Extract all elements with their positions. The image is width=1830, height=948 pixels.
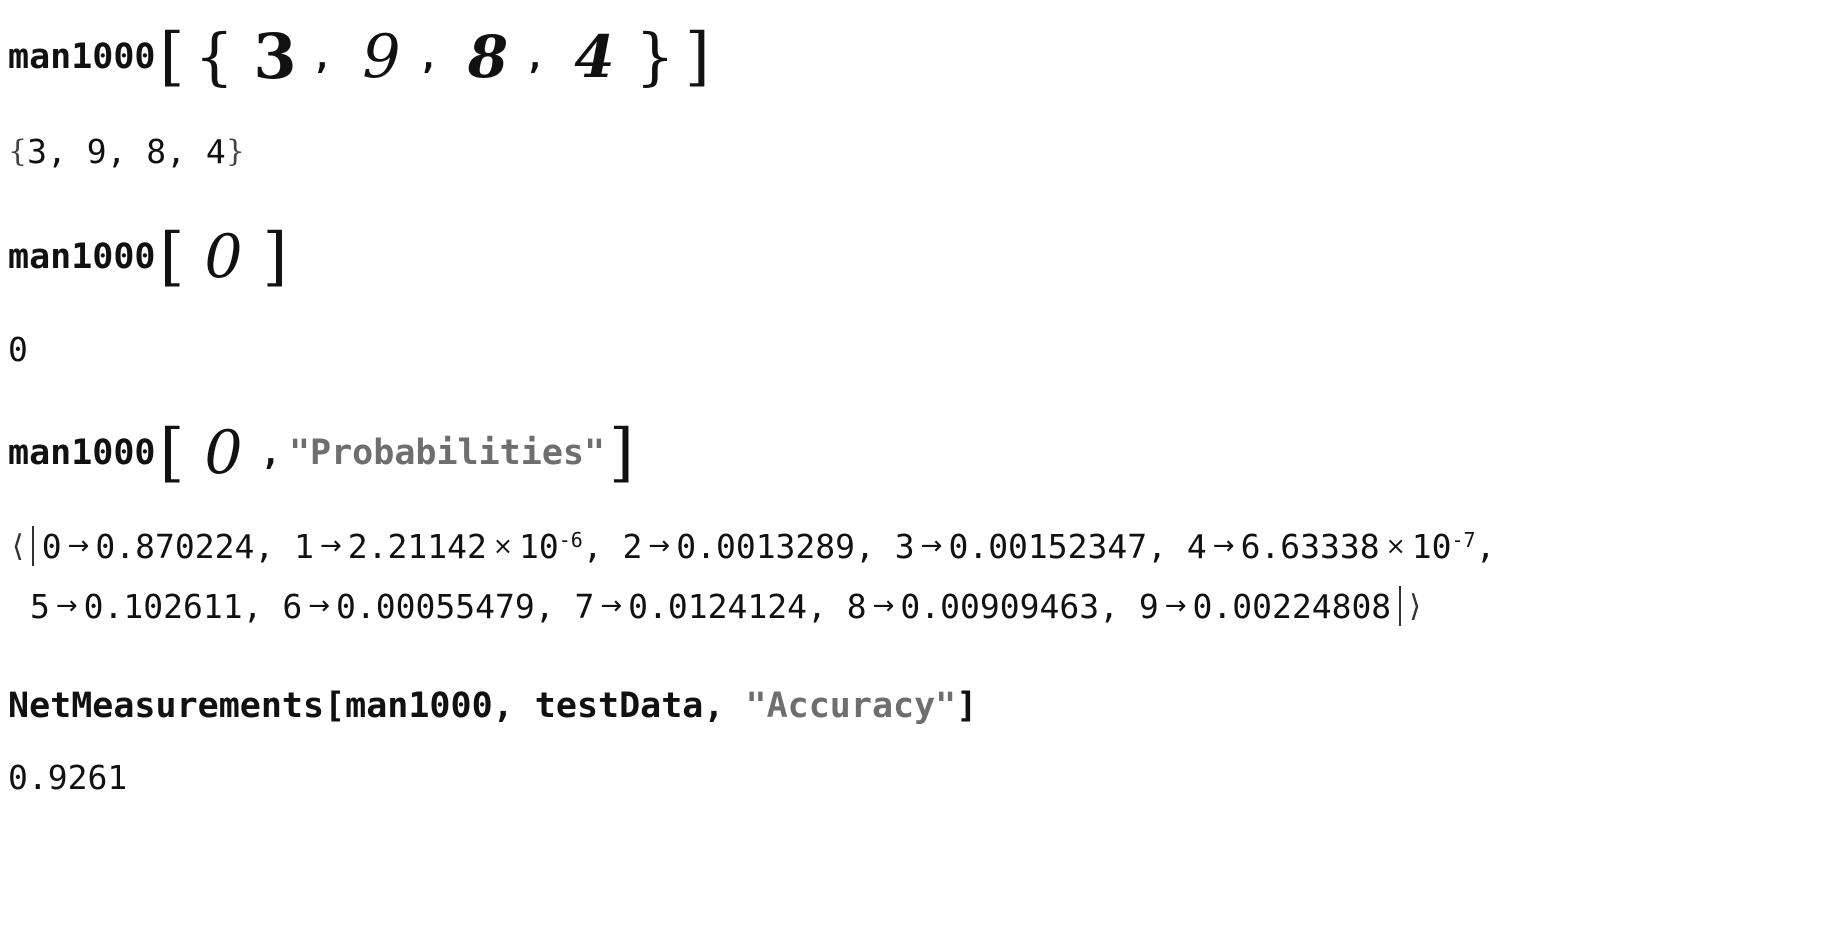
output-cell-4: 0.9261: [8, 758, 127, 797]
rule-value: 0.0013289: [676, 526, 856, 566]
comma: ,: [242, 586, 263, 626]
rule-arrow: →: [308, 591, 331, 621]
output-text: 0.9261: [8, 758, 128, 797]
exponent: -7: [1451, 528, 1476, 552]
comma: ,: [1147, 526, 1168, 566]
comma: ,: [418, 37, 439, 77]
comma: ,: [806, 586, 827, 626]
comma: ,: [311, 37, 333, 77]
close-bracket: ]: [684, 20, 710, 94]
open-bracket: [: [159, 220, 185, 294]
rule-arrow: →: [55, 591, 78, 621]
input-cell-1[interactable]: man1000 [ { 3 , 9 , 8 , 4 } ]: [8, 20, 714, 94]
rule-value: 0.0124124: [628, 586, 807, 626]
rule-arrow: →: [648, 531, 671, 561]
comma: ,: [855, 526, 875, 566]
rule-arrow: →: [1212, 531, 1235, 561]
rule-key: 3: [894, 526, 915, 566]
rule-value: 0.00152347: [948, 526, 1148, 566]
string-argument: "Accuracy": [745, 686, 957, 726]
rule-arrow: →: [1164, 591, 1187, 621]
close-brace: }: [225, 134, 245, 169]
exponent: -6: [558, 528, 583, 552]
input-code: NetMeasurements[man1000, testData,: [8, 686, 746, 726]
digit-image-4: 4: [574, 23, 615, 91]
open-bracket: [: [159, 20, 185, 94]
open-brace: {: [8, 134, 28, 169]
close-brace: }: [635, 20, 675, 93]
rule-value: 6.63338: [1240, 526, 1380, 566]
rule-value: 0.870224: [95, 526, 255, 566]
rule-value: 0.00909463: [900, 586, 1100, 626]
function-name: man1000: [8, 237, 156, 277]
output-cell-3-line-2: 5 → 0.102611 , 6 → 0.00055479 , 7 → 0.01…: [30, 586, 1421, 626]
close-bracket: ]: [262, 220, 288, 294]
digit-image-8: 8: [467, 23, 509, 91]
input-cell-2[interactable]: man1000 [ 0 ]: [8, 222, 291, 292]
comma: ,: [254, 526, 275, 566]
function-name: man1000: [8, 433, 156, 473]
power-base: 10: [518, 526, 559, 566]
association-bar: [31, 526, 34, 566]
output-cell-3-line-1: ⟨ 0 → 0.870224 , 1 → 2.21142 × 10 -6 , 2 …: [12, 526, 1495, 566]
comma: ,: [1099, 586, 1119, 626]
digit-image-3: 3: [253, 20, 297, 93]
rule-key: 4: [1186, 526, 1207, 566]
open-brace: {: [194, 20, 234, 93]
rule-value: 0.00055479: [336, 586, 535, 626]
comma: ,: [534, 586, 555, 626]
rule-arrow: →: [600, 591, 623, 621]
output-text: 3, 9, 8, 4: [27, 132, 226, 171]
comma: ,: [524, 37, 546, 77]
rule-key: 7: [574, 586, 595, 626]
string-argument: "Probabilities": [288, 433, 606, 473]
power-base: 10: [1411, 526, 1452, 566]
close-bracket: ]: [956, 686, 978, 726]
rule-key: 2: [622, 526, 643, 566]
output-text: 0: [8, 330, 28, 369]
digit-image-0: 0: [204, 418, 243, 488]
close-bracket: ]: [609, 416, 635, 490]
rule-value: 0.102611: [83, 586, 243, 626]
rule-arrow: →: [67, 531, 90, 561]
digit-image-0: 0: [204, 222, 243, 292]
rule-arrow: →: [872, 591, 895, 621]
comma: ,: [582, 526, 603, 566]
comma: ,: [260, 433, 281, 473]
rule-value: 0.00224808: [1192, 586, 1392, 626]
times-sign: ×: [1385, 532, 1406, 560]
association-close: ⟩: [1409, 588, 1421, 624]
association-open: ⟨: [12, 528, 24, 564]
output-cell-1: { 3, 9, 8, 4 }: [8, 132, 245, 171]
input-cell-4[interactable]: NetMeasurements[man1000, testData, "Accu…: [8, 686, 977, 726]
rule-value: 2.21142: [347, 526, 487, 566]
rule-key: 8: [846, 586, 867, 626]
rule-arrow: →: [920, 531, 943, 561]
rule-key: 9: [1138, 586, 1159, 626]
rule-key: 6: [282, 586, 303, 626]
input-cell-3[interactable]: man1000 [ 0 , "Probabilities" ]: [8, 418, 638, 488]
digit-image-9: 9: [362, 22, 401, 92]
output-cell-2: 0: [8, 330, 28, 369]
rule-arrow: →: [319, 531, 342, 561]
times-sign: ×: [492, 532, 513, 560]
function-name: man1000: [8, 37, 156, 77]
rule-key: 0: [41, 526, 62, 566]
association-bar: [1399, 586, 1402, 626]
rule-key: 5: [30, 586, 50, 626]
comma: ,: [1475, 526, 1496, 566]
rule-key: 1: [294, 526, 314, 566]
open-bracket: [: [159, 416, 185, 490]
